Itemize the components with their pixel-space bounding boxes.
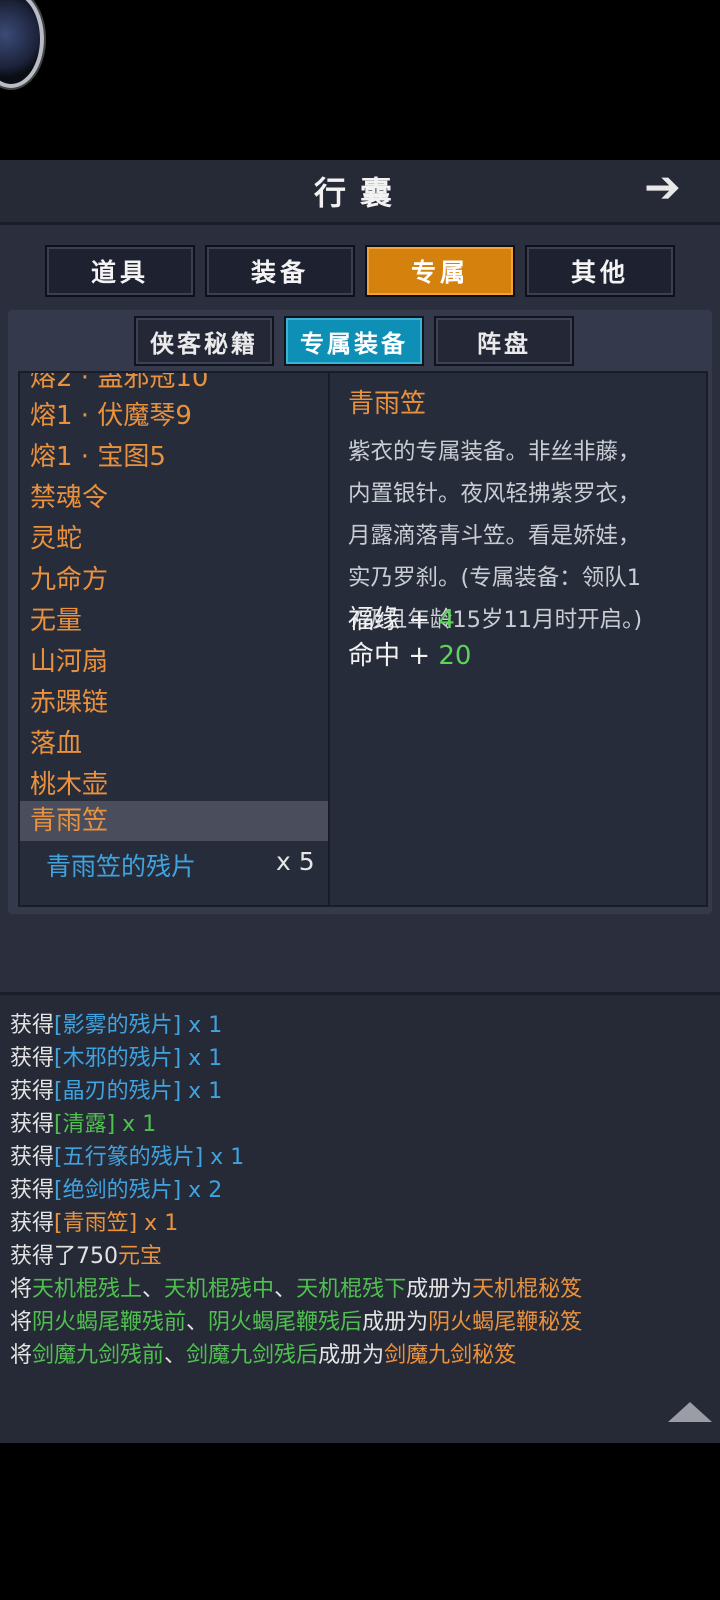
log-line: 获得[绝剑的残片] x 2 [10, 1178, 223, 1203]
subtab-formation[interactable]: 阵盘 [434, 316, 574, 366]
list-item[interactable]: 禁魂令 [30, 477, 108, 514]
main-tabs: 道具 装备 专属 其他 [45, 245, 675, 297]
log-line: 获得[木邪的残片] x 1 [10, 1046, 223, 1071]
list-item-selected[interactable]: 青雨笠 [20, 801, 330, 841]
log-line: 获得[影雾的残片] x 1 [10, 1013, 223, 1038]
tab-items[interactable]: 道具 [45, 245, 195, 297]
log-line-combine: 将剑魔九剑残前、剑魔九剑残后成册为剑魔九剑秘笈 [10, 1343, 517, 1368]
description-line: 月露滴落青斗笠。看是娇娃， [348, 523, 641, 549]
description-line: 紫衣的专属装备。非丝非藤， [348, 439, 641, 465]
sub-tabs: 侠客秘籍 专属装备 阵盘 [134, 316, 594, 366]
log-line: 获得[清露] x 1 [10, 1112, 157, 1137]
list-item[interactable]: 熔1 · 伏魔琴9 [30, 395, 192, 432]
description-line: 内置银针。夜风轻拂紫罗衣， [348, 481, 641, 507]
fragment-count: x 5 [276, 847, 315, 876]
tab-other[interactable]: 其他 [525, 245, 675, 297]
player-avatar[interactable] [0, 0, 44, 88]
stat-name: 福缘 [348, 605, 401, 635]
list-item[interactable]: 灵蛇 [30, 518, 82, 555]
list-item[interactable]: 山河扇 [30, 641, 108, 678]
list-item[interactable]: 熔2 · 蛊邪冠10 [30, 373, 208, 394]
arrow-right-icon[interactable]: ➔ [644, 164, 681, 212]
log-line-combine: 将阴火蝎尾鞭残前、阴火蝎尾鞭残后成册为阴火蝎尾鞭秘笈 [10, 1310, 583, 1335]
log-line: 获得了750元宝 [10, 1244, 163, 1269]
list-item[interactable]: 无量 [30, 600, 82, 637]
log-line: 获得[晶刃的残片] x 1 [10, 1079, 223, 1104]
list-item[interactable]: 落血 [30, 723, 82, 760]
scroll-up-icon[interactable] [668, 1402, 712, 1422]
stat-op: + [408, 605, 431, 635]
log-line-combine: 将天机棍残上、天机棍残中、天机棍残下成册为天机棍秘笈 [10, 1277, 583, 1302]
stat-accuracy: 命中 + 20 [348, 635, 471, 672]
tab-equipment[interactable]: 装备 [205, 245, 355, 297]
item-list[interactable]: 熔2 · 蛊邪冠10 熔1 · 伏魔琴9 熔1 · 宝图5 禁魂令 灵蛇 九命方… [18, 371, 332, 907]
list-item[interactable]: 桃木壶 [30, 764, 108, 801]
stat-value: 4 [438, 605, 455, 635]
item-detail: 青雨笠 紫衣的专属装备。非丝非藤， 内置银针。夜风轻拂紫罗衣， 月露滴落青斗笠。… [328, 371, 708, 907]
list-item[interactable]: 九命方 [30, 559, 108, 596]
log-line: 获得[五行篆的残片] x 1 [10, 1145, 245, 1170]
stat-op: + [408, 641, 431, 671]
subtab-exclusive-equipment[interactable]: 专属装备 [284, 316, 424, 366]
list-item[interactable]: 熔1 · 宝图5 [30, 436, 166, 473]
stat-luck: 福缘 + 4 [348, 599, 455, 636]
description-line: 实乃罗刹。(专属装备：领队1 [348, 565, 642, 591]
fragment-item[interactable]: 青雨笠的残片 [46, 847, 196, 883]
tab-exclusive[interactable]: 专属 [365, 245, 515, 297]
page-title: 行囊 [313, 174, 406, 212]
subtab-hero-manuals[interactable]: 侠客秘籍 [134, 316, 274, 366]
stat-name: 命中 [348, 641, 401, 671]
message-log[interactable]: 获得[影雾的残片] x 1 获得[木邪的残片] x 1 获得[晶刃的残片] x … [0, 992, 720, 1443]
detail-title: 青雨笠 [348, 389, 427, 419]
log-line: 获得[青雨笠] x 1 [10, 1211, 179, 1236]
list-item[interactable]: 赤踝链 [30, 682, 108, 719]
stat-value: 20 [438, 641, 472, 671]
